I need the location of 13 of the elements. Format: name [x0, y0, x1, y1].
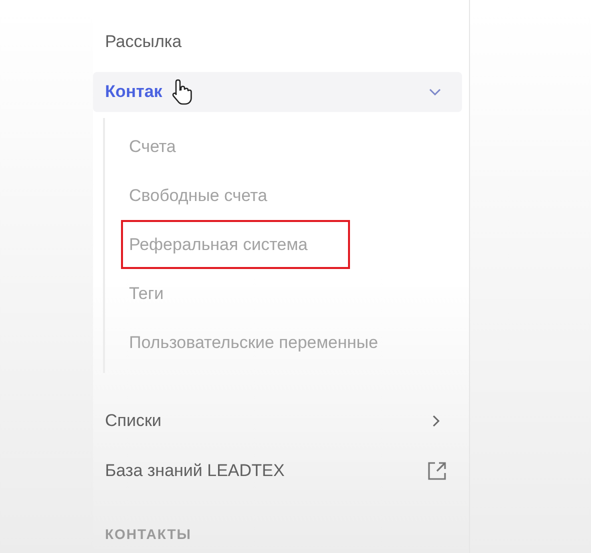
section-heading: КОНТАКТЫ	[105, 526, 192, 542]
submenu-item[interactable]: Теги	[121, 268, 172, 318]
hand-cursor-icon	[171, 78, 195, 106]
menu-item[interactable]: Рассылка	[93, 22, 462, 62]
submenu-item[interactable]: Свободные счета	[121, 170, 276, 220]
chevron-right-icon	[430, 414, 442, 428]
external-link-icon	[426, 460, 448, 482]
menu-item[interactable]: База знаний LEADTEX	[93, 451, 462, 491]
submenu-item[interactable]: Реферальная система	[121, 220, 350, 270]
menu-item[interactable]: Списки	[93, 401, 462, 441]
submenu-item[interactable]: Счета	[121, 122, 184, 172]
menu-item[interactable]: Контак	[93, 72, 462, 112]
submenu-item[interactable]: Пользовательские переменные	[121, 318, 386, 368]
